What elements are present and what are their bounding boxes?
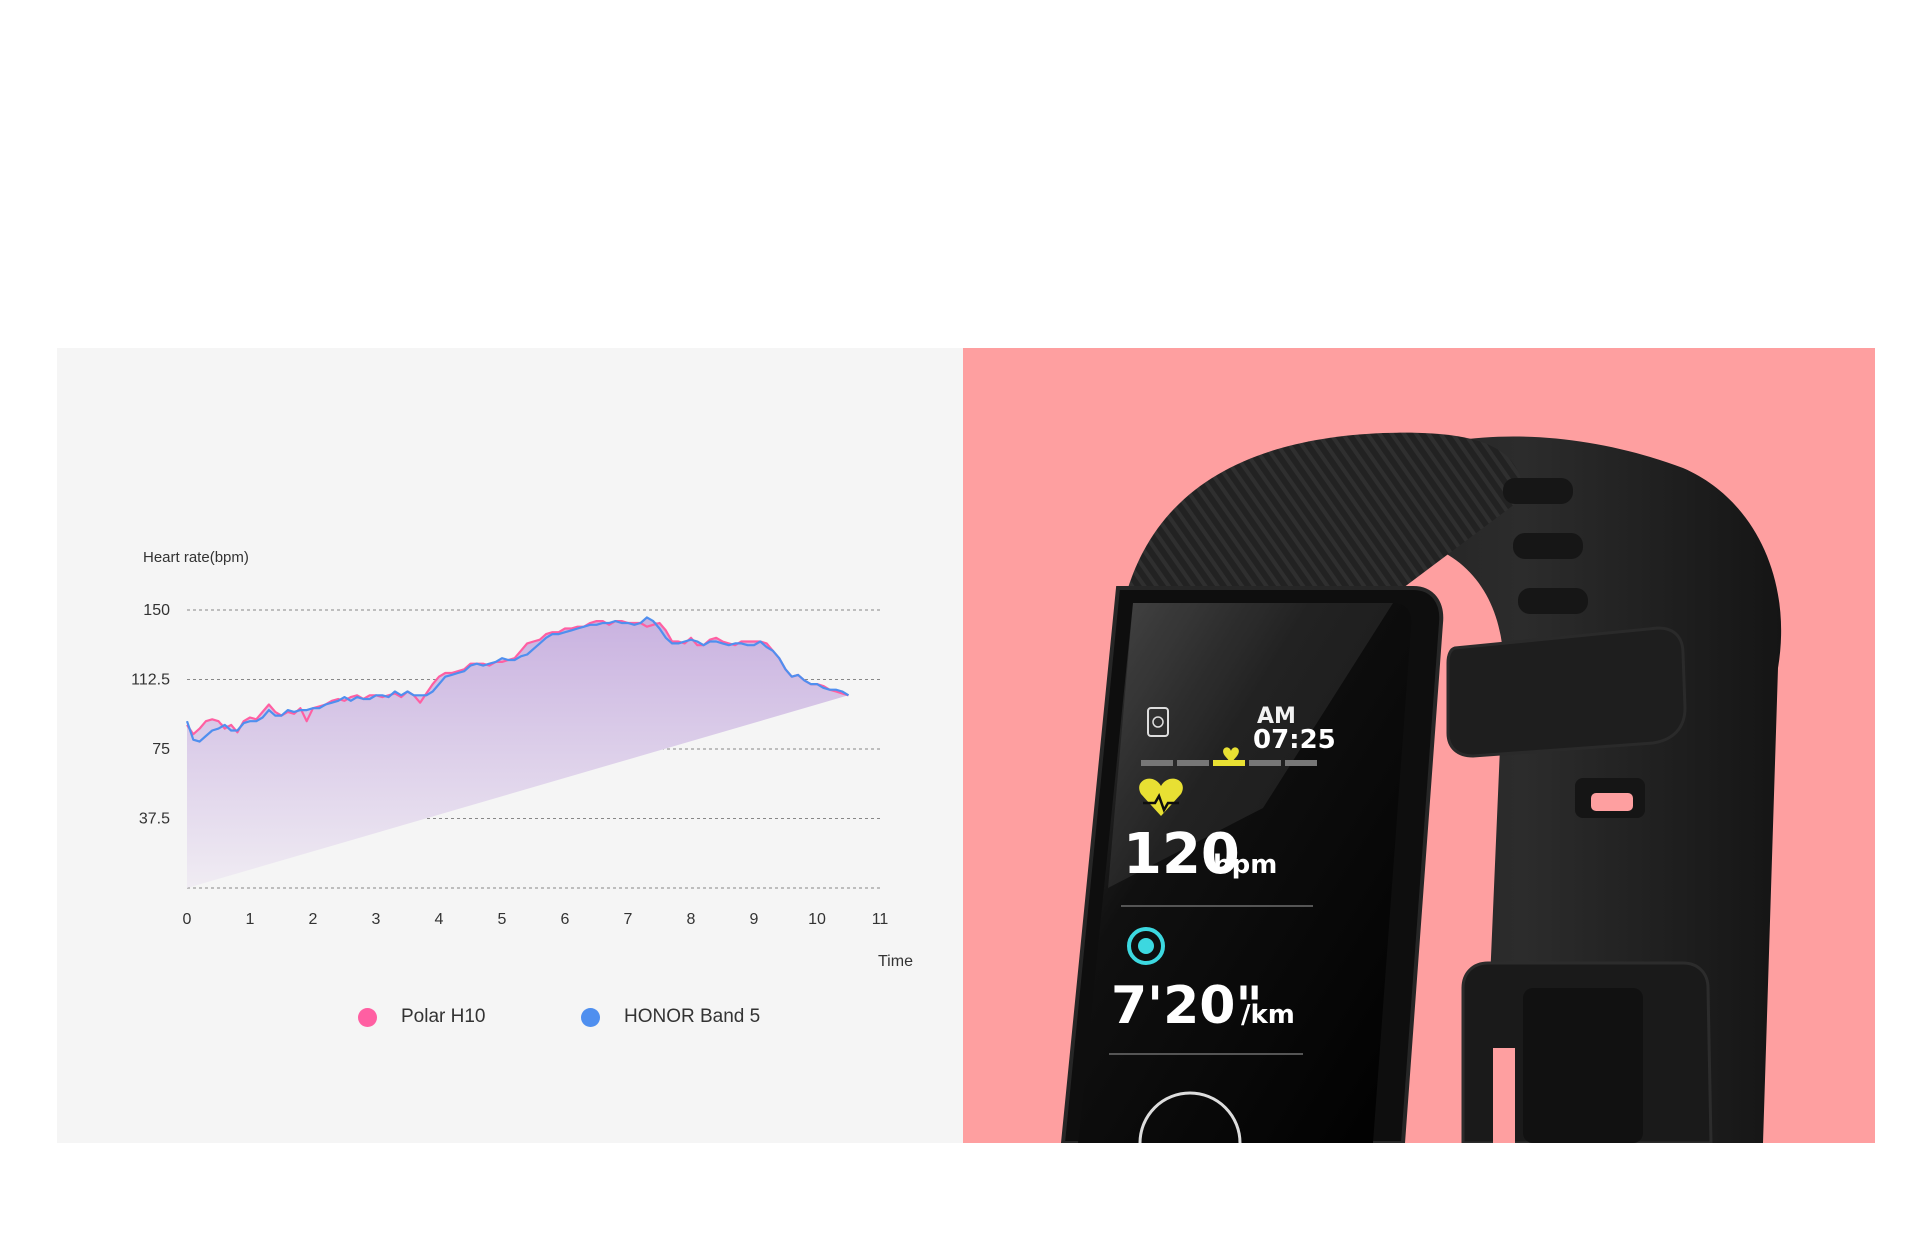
time-display: 07:25 xyxy=(1253,725,1336,755)
legend-item-polar: Polar H10 xyxy=(358,1006,486,1028)
x-tick-label: 11 xyxy=(872,911,889,928)
x-tick-label: 9 xyxy=(750,911,759,928)
x-tick-label: 2 xyxy=(309,911,318,928)
pace-value: 7'20" xyxy=(1111,976,1263,1036)
x-axis-label: Time xyxy=(878,953,913,970)
x-tick-label: 3 xyxy=(372,911,381,928)
x-tick-label: 0 xyxy=(183,911,192,928)
legend-item-honor: HONOR Band 5 xyxy=(581,1006,760,1028)
y-tick-label: 112.5 xyxy=(131,672,170,689)
x-tick-label: 1 xyxy=(246,911,255,928)
y-tick-label: 37.5 xyxy=(139,811,170,828)
y-axis-label: Heart rate(bpm) xyxy=(143,549,249,566)
legend-dot-icon xyxy=(358,1007,377,1027)
x-tick-label: 8 xyxy=(687,911,696,928)
x-tick-label: 4 xyxy=(435,911,444,928)
legend-label: HONOR Band 5 xyxy=(624,1006,761,1027)
pace-unit: /km xyxy=(1241,1000,1295,1030)
heart-rate-unit: bpm xyxy=(1213,850,1277,880)
band-keeper-loop xyxy=(1446,626,1687,758)
legend: Polar H10 HONOR Band 5 xyxy=(57,1006,963,1036)
x-tick-label: 5 xyxy=(498,911,507,928)
legend-label: Polar H10 xyxy=(401,1006,486,1027)
x-tick-label: 6 xyxy=(561,911,570,928)
y-tick-label: 75 xyxy=(152,741,170,758)
product-photo-panel: AM 07:25 120 bpm 7'20" /km xyxy=(963,348,1875,1143)
legend-dot-icon xyxy=(581,1007,600,1027)
heart-rate-chart: 37.5 75 112.5 150 0 1 2 3 4 5 6 7 8 9 10 11 Heart rate(… xyxy=(131,549,913,970)
chart-panel: 37.5 75 112.5 150 0 1 2 3 4 5 6 7 8 9 10 11 Heart rate(… xyxy=(57,348,963,1143)
fitness-band-image: AM 07:25 120 bpm 7'20" /km xyxy=(1060,432,1782,1143)
x-tick-label: 7 xyxy=(624,911,633,928)
y-tick-label: 150 xyxy=(143,602,170,619)
x-tick-label: 10 xyxy=(808,911,826,928)
